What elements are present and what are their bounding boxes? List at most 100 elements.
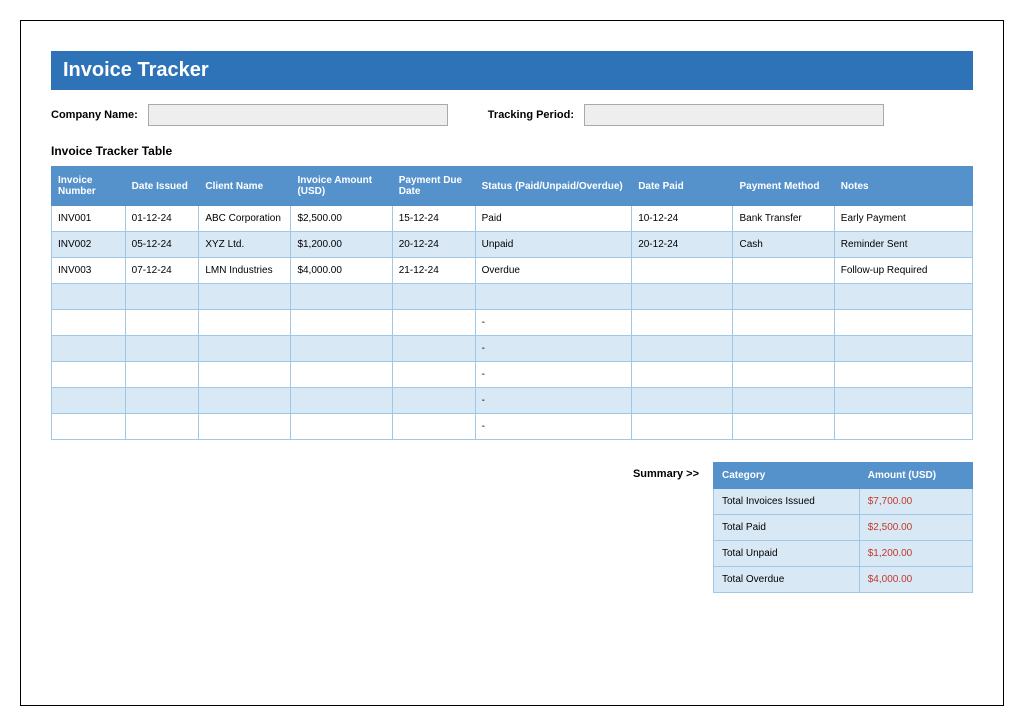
cell-date-paid [632,310,733,336]
summary-category: Total Paid [714,515,860,541]
cell-date-issued: 01-12-24 [125,206,199,232]
cell-invoice-number [52,388,126,414]
col-payment-due: Payment Due Date [392,167,475,206]
cell-status: Paid [475,206,632,232]
cell-status: - [475,414,632,440]
cell-payment-due: 21-12-24 [392,258,475,284]
cell-invoice-number: INV003 [52,258,126,284]
cell-payment-due [392,310,475,336]
cell-notes: Early Payment [834,206,972,232]
cell-notes [834,414,972,440]
cell-status: - [475,310,632,336]
cell-status [475,284,632,310]
cell-notes [834,388,972,414]
cell-date-paid [632,258,733,284]
summary-category: Total Unpaid [714,541,860,567]
cell-status: - [475,362,632,388]
company-name-input[interactable] [148,104,448,126]
cell-client-name [199,388,291,414]
cell-date-paid: 10-12-24 [632,206,733,232]
cell-invoice-amount: $4,000.00 [291,258,392,284]
tracking-period-label: Tracking Period: [488,109,574,121]
cell-client-name [199,284,291,310]
summary-amount: $2,500.00 [859,515,972,541]
cell-date-paid [632,362,733,388]
cell-date-paid [632,388,733,414]
cell-client-name [199,336,291,362]
col-invoice-amount: Invoice Amount (USD) [291,167,392,206]
cell-client-name: XYZ Ltd. [199,232,291,258]
cell-invoice-number: INV001 [52,206,126,232]
summary-col-amount: Amount (USD) [859,463,972,489]
cell-date-paid [632,284,733,310]
cell-notes [834,284,972,310]
cell-payment-method: Cash [733,232,834,258]
table-row: - [52,414,973,440]
cell-date-issued [125,362,199,388]
summary-table: Category Amount (USD) Total Invoices Iss… [713,462,973,593]
header-row: Invoice Number Date Issued Client Name I… [52,167,973,206]
cell-payment-method: Bank Transfer [733,206,834,232]
table-row: INV00307-12-24LMN Industries$4,000.0021-… [52,258,973,284]
col-invoice-number: Invoice Number [52,167,126,206]
summary-col-category: Category [714,463,860,489]
summary-amount: $4,000.00 [859,567,972,593]
summary-label: Summary >> [633,462,699,480]
summary-section: Summary >> Category Amount (USD) Total I… [51,462,973,593]
cell-payment-method [733,414,834,440]
cell-status: Unpaid [475,232,632,258]
summary-row: Total Invoices Issued$7,700.00 [714,489,973,515]
cell-client-name [199,310,291,336]
cell-date-issued [125,310,199,336]
cell-invoice-amount [291,362,392,388]
cell-payment-due [392,388,475,414]
cell-client-name: LMN Industries [199,258,291,284]
col-date-paid: Date Paid [632,167,733,206]
cell-client-name [199,414,291,440]
table-row [52,284,973,310]
table-row: - [52,310,973,336]
cell-invoice-amount [291,388,392,414]
cell-payment-due [392,284,475,310]
cell-date-issued [125,414,199,440]
cell-invoice-number [52,414,126,440]
cell-payment-method [733,310,834,336]
cell-invoice-number [52,310,126,336]
table-row: - [52,336,973,362]
cell-invoice-number [52,284,126,310]
table-row: - [52,388,973,414]
tracking-period-input[interactable] [584,104,884,126]
summary-amount: $1,200.00 [859,541,972,567]
summary-category: Total Invoices Issued [714,489,860,515]
cell-date-paid [632,414,733,440]
table-row: - [52,362,973,388]
cell-notes: Reminder Sent [834,232,972,258]
cell-invoice-amount: $2,500.00 [291,206,392,232]
cell-invoice-amount [291,310,392,336]
cell-notes [834,310,972,336]
cell-payment-due: 20-12-24 [392,232,475,258]
cell-status: - [475,388,632,414]
cell-client-name [199,362,291,388]
cell-payment-method [733,258,834,284]
cell-payment-due [392,336,475,362]
table-heading: Invoice Tracker Table [51,144,973,158]
cell-date-issued [125,388,199,414]
col-payment-method: Payment Method [733,167,834,206]
cell-status: Overdue [475,258,632,284]
cell-notes [834,336,972,362]
table-row: INV00101-12-24ABC Corporation$2,500.0015… [52,206,973,232]
col-status: Status (Paid/Unpaid/Overdue) [475,167,632,206]
cell-invoice-number: INV002 [52,232,126,258]
cell-date-paid [632,336,733,362]
cell-date-issued: 05-12-24 [125,232,199,258]
cell-date-issued [125,336,199,362]
summary-row: Total Overdue$4,000.00 [714,567,973,593]
cell-invoice-number [52,362,126,388]
company-name-field: Company Name: [51,104,448,126]
cell-notes: Follow-up Required [834,258,972,284]
cell-payment-method [733,362,834,388]
cell-invoice-amount: $1,200.00 [291,232,392,258]
cell-date-issued: 07-12-24 [125,258,199,284]
invoice-table: Invoice Number Date Issued Client Name I… [51,166,973,440]
